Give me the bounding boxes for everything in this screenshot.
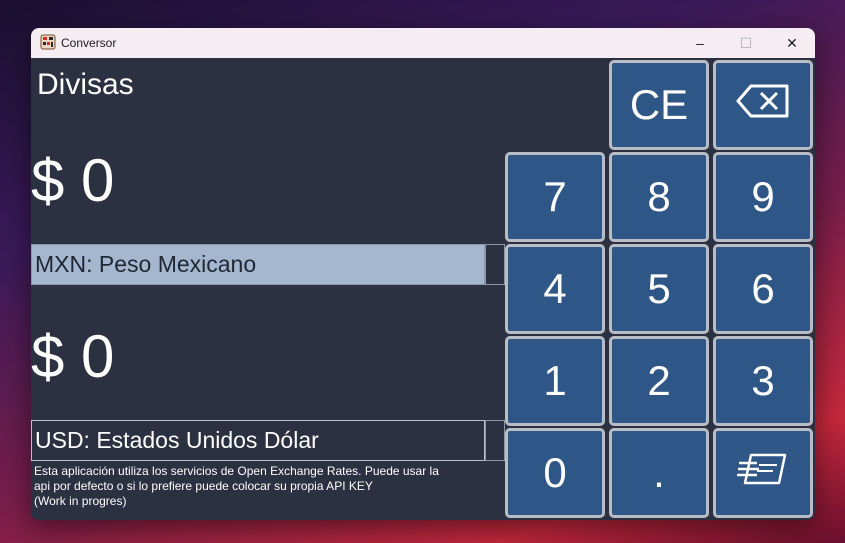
to-currency-select[interactable]: USD: Estados Unidos Dólar — [31, 420, 485, 461]
minimize-button[interactable]: – — [677, 28, 723, 58]
page-title: Divisas — [37, 68, 134, 101]
digit-8-button[interactable]: 8 — [609, 152, 709, 242]
digit-0-button[interactable]: 0 — [505, 428, 605, 518]
digit-5-button[interactable]: 5 — [609, 244, 709, 334]
title-bar: Conversor – ☐ ✕ — [31, 28, 815, 58]
maximize-button[interactable]: ☐ — [723, 28, 769, 58]
info-note-line: (Work in progres) — [34, 494, 127, 508]
digit-2-button[interactable]: 2 — [609, 336, 709, 426]
window-title: Conversor — [61, 36, 117, 50]
info-note-line: Esta aplicación utiliza los servicios de… — [34, 464, 439, 478]
to-currency-dropdown-button[interactable] — [485, 420, 505, 461]
from-amount-display: $ 0 — [31, 147, 115, 214]
decimal-point-button[interactable]: . — [609, 428, 709, 518]
info-note: Esta aplicación utiliza los servicios de… — [34, 464, 504, 509]
backspace-icon — [735, 81, 791, 129]
close-button[interactable]: ✕ — [769, 28, 815, 58]
app-window: Conversor – ☐ ✕ Divisas $ 0 MXN: Peso Me… — [31, 28, 815, 520]
to-amount-display: $ 0 — [31, 323, 115, 390]
digit-9-button[interactable]: 9 — [713, 152, 813, 242]
from-currency-select[interactable]: MXN: Peso Mexicano — [31, 244, 485, 285]
clear-entry-button[interactable]: CE — [609, 60, 709, 150]
backspace-button[interactable] — [713, 60, 813, 150]
calculator-app-icon — [40, 34, 56, 50]
digit-6-button[interactable]: 6 — [713, 244, 813, 334]
api-key-button[interactable] — [713, 428, 813, 518]
digit-3-button[interactable]: 3 — [713, 336, 813, 426]
digit-7-button[interactable]: 7 — [505, 152, 605, 242]
converter-panel: Divisas $ 0 MXN: Peso Mexicano $ 0 USD: … — [31, 58, 815, 520]
api-key-card-icon — [737, 449, 789, 497]
digit-1-button[interactable]: 1 — [505, 336, 605, 426]
info-note-line: api por defecto o si lo prefiere puede c… — [34, 479, 373, 493]
from-currency-dropdown-button[interactable] — [485, 244, 505, 285]
digit-4-button[interactable]: 4 — [505, 244, 605, 334]
